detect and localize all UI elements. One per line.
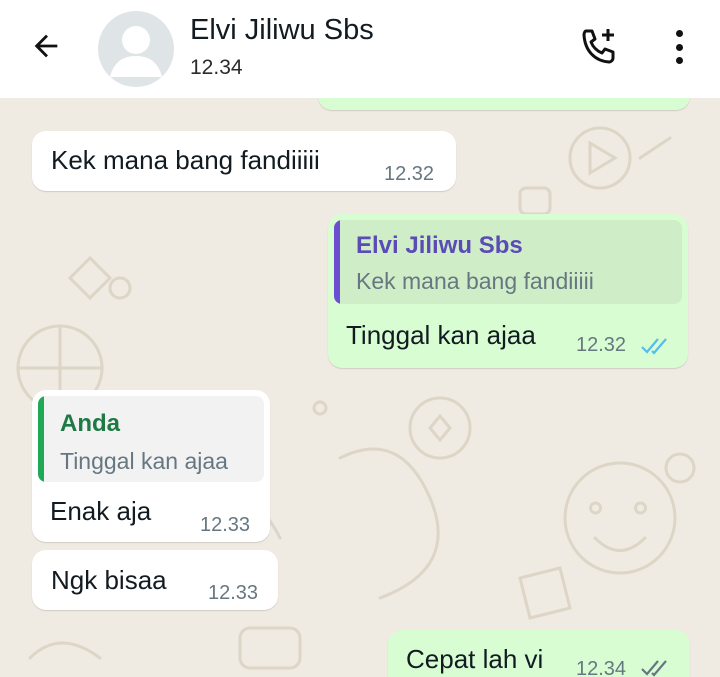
quote-bar: [334, 220, 340, 304]
add-call-button[interactable]: [578, 26, 622, 66]
message-text: Kek mana bang fandiiiii: [51, 145, 320, 175]
contact-name[interactable]: Elvi Jiliwu Sbs: [190, 14, 374, 47]
message-time: 12.32: [576, 334, 627, 356]
message-text: Enak aja: [50, 496, 152, 526]
chat-header: Elvi Jiliwu Sbs 12.34: [0, 0, 720, 98]
quote-author: Anda: [60, 410, 120, 437]
message-text: Ngk bisaa: [51, 565, 167, 595]
message-text: Tinggal kan ajaa: [346, 320, 536, 350]
double-check-read-icon: [641, 338, 667, 355]
avatar[interactable]: [98, 11, 174, 87]
message-time: 12.33: [208, 582, 259, 604]
quote-text: Kek mana bang fandiiiii: [356, 268, 594, 294]
message-time: 12.34: [576, 658, 627, 677]
message-bubble-outgoing[interactable]: Cepat lah vi 12.34: [388, 630, 690, 677]
quote-text: Tinggal kan ajaa: [60, 448, 228, 474]
quoted-message[interactable]: Elvi Jiliwu Sbs Kek mana bang fandiiiii: [334, 220, 682, 304]
quote-author: Elvi Jiliwu Sbs: [356, 232, 523, 259]
message-time: 12.33: [200, 514, 251, 536]
last-seen: 12.34: [190, 56, 243, 79]
message-text: Cepat lah vi: [406, 644, 544, 674]
message-bubble-outgoing[interactable]: Elvi Jiliwu Sbs Kek mana bang fandiiiii …: [328, 214, 688, 368]
dot: [675, 43, 683, 51]
message-time: 12.32: [384, 163, 435, 185]
message-bubble-incoming[interactable]: Ngk bisaa 12.33: [32, 550, 278, 610]
message-bubble-incoming[interactable]: Anda Tinggal kan ajaa Enak aja 12.33: [32, 390, 270, 542]
default-avatar-icon: [110, 26, 162, 77]
dot: [675, 30, 683, 37]
double-check-icon: [641, 660, 667, 677]
arrow-left-icon: [34, 34, 58, 58]
message-bubble-incoming[interactable]: Kek mana bang fandiiiii 12.32: [32, 131, 456, 191]
add-call-icon: [582, 29, 615, 64]
message-bubble-partial[interactable]: [318, 98, 690, 110]
quoted-message[interactable]: Anda Tinggal kan ajaa: [38, 396, 264, 482]
quote-bar: [38, 396, 44, 482]
back-button[interactable]: [26, 26, 66, 66]
dot: [675, 57, 683, 64]
more-options-button[interactable]: [664, 26, 694, 68]
chat-area[interactable]: Kek mana bang fandiiiii 12.32 Elvi Jiliw…: [0, 98, 720, 677]
